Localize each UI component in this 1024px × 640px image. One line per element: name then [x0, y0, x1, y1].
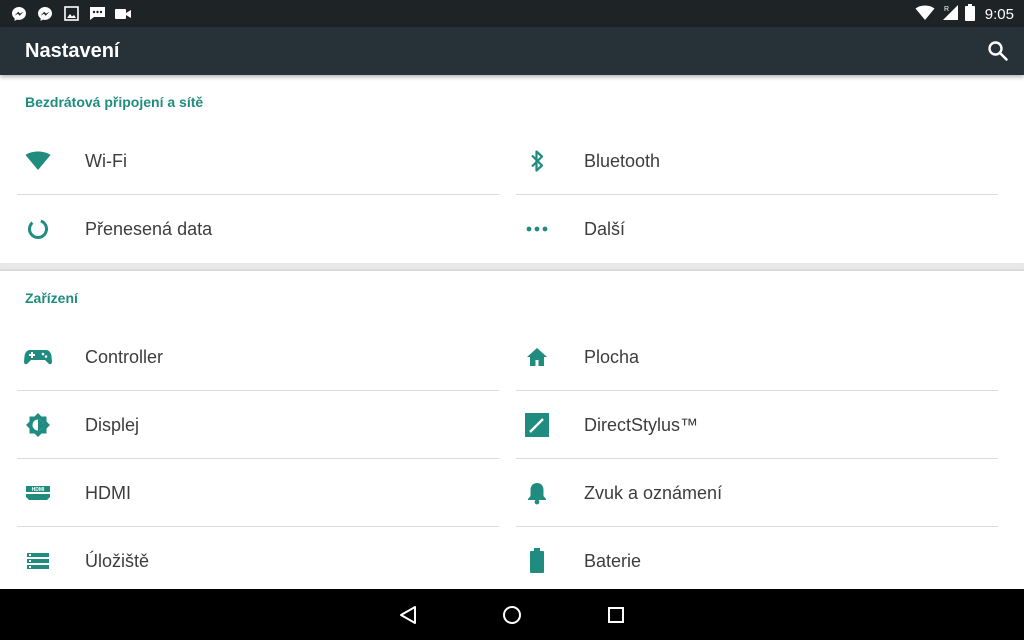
status-time: 9:05 [984, 6, 1014, 23]
device-section: Zařízení Controller Plocha Displej Direc… [0, 271, 1024, 589]
settings-item-label: Přenesená data [85, 219, 213, 239]
navigation-bar [0, 589, 1024, 640]
section-header-device: Zařízení [25, 290, 78, 306]
cell-signal-roaming-icon: R [941, 4, 959, 25]
settings-item-label: Úložiště [85, 551, 150, 571]
back-icon[interactable] [395, 602, 421, 628]
settings-item-label: Baterie [584, 551, 642, 571]
settings-item-label: HDMI [85, 483, 131, 503]
wifi-icon [24, 149, 52, 173]
chat-icon [88, 5, 106, 22]
settings-item-label: Wi-Fi [85, 151, 127, 171]
home-icon[interactable] [499, 602, 525, 628]
settings-item-controller[interactable]: Controller [17, 323, 499, 391]
settings-item-label: Plocha [584, 347, 640, 367]
settings-item-bluetooth[interactable]: Bluetooth [516, 127, 998, 195]
battery-icon [523, 548, 551, 573]
settings-item-hdmi[interactable]: HDMI HDMI [17, 459, 499, 527]
settings-item-label: Displej [85, 415, 140, 435]
storage-icon [24, 549, 52, 573]
data-usage-icon [24, 217, 52, 241]
settings-item-more[interactable]: Další [516, 195, 998, 263]
brightness-icon [24, 413, 52, 437]
section-header-wireless: Bezdrátová připojení a sítě [25, 94, 204, 110]
settings-item-label: DirectStylus™ [584, 415, 699, 435]
page-title: Nastavení [25, 40, 120, 62]
settings-item-label: Bluetooth [584, 151, 661, 171]
settings-item-wifi[interactable]: Wi-Fi [17, 127, 499, 195]
messenger-icon [10, 5, 28, 22]
gallery-icon [62, 5, 80, 22]
svg-text:R: R [944, 6, 949, 13]
bell-icon [523, 481, 551, 505]
status-bar: R 9:05 [0, 0, 1024, 27]
settings-item-directstylus[interactable]: DirectStylus™ [516, 391, 998, 459]
wifi-signal-icon [915, 5, 935, 25]
notification-icons [10, 5, 132, 22]
svg-text:HDMI: HDMI [32, 487, 45, 493]
more-icon [523, 217, 551, 241]
system-status: R 9:05 [915, 4, 1014, 25]
recents-icon[interactable] [603, 602, 629, 628]
settings-item-display[interactable]: Displej [17, 391, 499, 459]
stylus-icon [523, 413, 551, 437]
search-icon[interactable] [986, 39, 1010, 63]
messenger-icon [36, 5, 54, 22]
battery-icon [964, 4, 975, 25]
settings-item-label: Další [584, 219, 626, 239]
video-icon [114, 5, 132, 22]
app-toolbar: Nastavení [0, 27, 1024, 75]
settings-item-sound[interactable]: Zvuk a oznámení [516, 459, 998, 527]
settings-item-storage[interactable]: Úložiště [17, 527, 499, 595]
wireless-section: Bezdrátová připojení a sítě Wi-Fi Blueto… [0, 75, 1024, 263]
settings-item-label: Zvuk a oznámení [584, 483, 723, 503]
bluetooth-icon [523, 149, 551, 173]
settings-item-home[interactable]: Plocha [516, 323, 998, 391]
settings-item-data-usage[interactable]: Přenesená data [17, 195, 499, 263]
home-icon [523, 345, 551, 369]
settings-item-label: Controller [85, 347, 164, 367]
settings-item-battery[interactable]: Baterie [516, 527, 998, 595]
hdmi-icon: HDMI [24, 481, 52, 505]
gamepad-icon [24, 345, 52, 369]
